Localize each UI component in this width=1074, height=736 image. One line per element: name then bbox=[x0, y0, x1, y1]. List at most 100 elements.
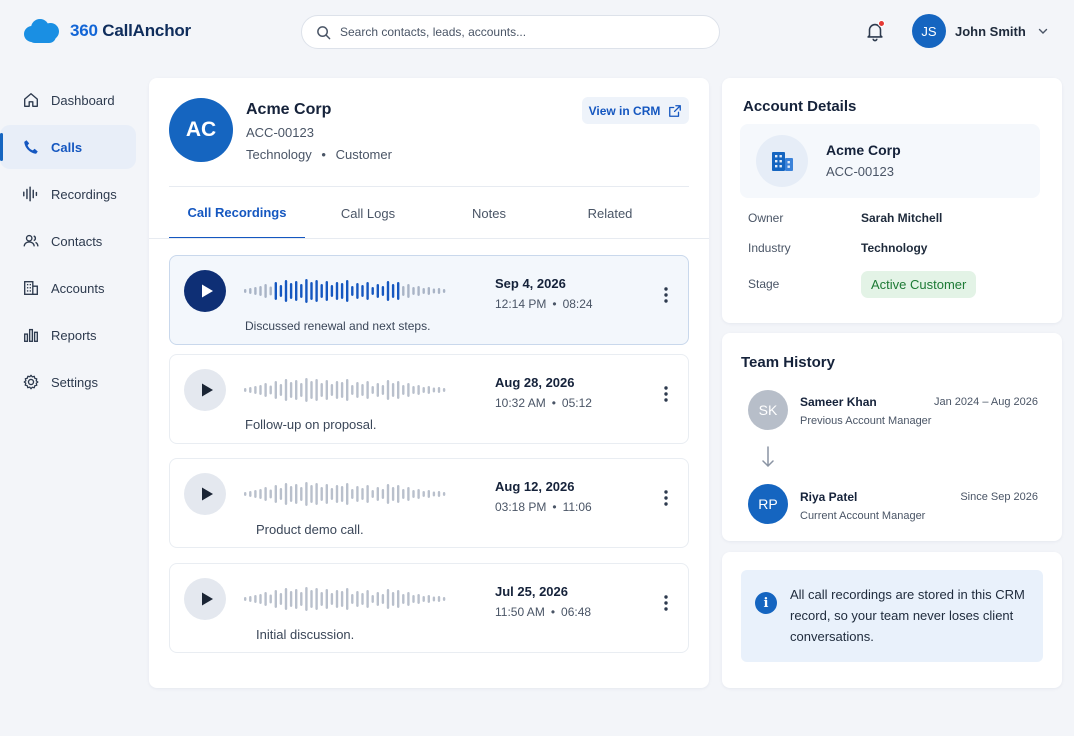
recording-duration: 08:24 bbox=[562, 297, 593, 311]
info-callout: i All call recordings are stored in this… bbox=[741, 570, 1043, 662]
play-icon bbox=[201, 383, 213, 397]
more-options-button[interactable] bbox=[654, 486, 678, 510]
user-menu[interactable]: JS John Smith bbox=[912, 14, 1048, 48]
play-icon bbox=[201, 592, 213, 606]
sidebar-item-recordings[interactable]: Recordings bbox=[0, 172, 136, 216]
recording-item[interactable]: Aug 28, 2026 10:32 AM • 05:12 Follow-up on… bbox=[169, 354, 689, 444]
sidebar-item-label: Contacts bbox=[51, 233, 103, 249]
sidebar-item-label: Recordings bbox=[51, 186, 117, 202]
more-options-button[interactable] bbox=[654, 382, 678, 406]
phone-icon bbox=[24, 140, 38, 154]
recording-date: Aug 12, 2026 bbox=[495, 479, 575, 494]
meta-separator: • bbox=[321, 147, 326, 162]
user-name: John Smith bbox=[955, 23, 1026, 39]
team-member-role: Current Account Manager bbox=[800, 510, 926, 522]
play-button[interactable] bbox=[184, 369, 226, 411]
team-history-panel: Team History SK Sameer Khan Previous Acc… bbox=[722, 333, 1062, 541]
team-member-role: Previous Account Manager bbox=[800, 415, 932, 427]
external-link-icon bbox=[669, 104, 682, 117]
search-input[interactable] bbox=[340, 25, 700, 39]
recording-duration: 11:06 bbox=[562, 500, 592, 514]
stage-badge: Active Customer bbox=[861, 271, 977, 298]
recording-time: 03:18 PM • 11:06 bbox=[495, 500, 592, 514]
tab-related[interactable]: Related bbox=[547, 187, 673, 239]
sidebar-item-calls[interactable]: Calls bbox=[0, 125, 136, 169]
sidebar: Dashboard Calls Recordings Contacts Acco… bbox=[0, 78, 140, 407]
account-summary: Acme Corp ACC-00123 bbox=[740, 124, 1040, 198]
tab-call-recordings[interactable]: Call Recordings bbox=[169, 187, 305, 239]
top-header: 360 CallAnchor JS John Smith bbox=[0, 0, 1074, 64]
team-member-period: Since Sep 2026 bbox=[960, 491, 1038, 503]
team-member-name: Sameer Khan bbox=[800, 395, 877, 409]
recording-item[interactable]: Aug 12, 2026 03:18 PM • 11:06 Product demo… bbox=[169, 458, 689, 548]
notifications-button[interactable] bbox=[864, 20, 886, 42]
sidebar-item-settings[interactable]: Settings bbox=[0, 360, 136, 404]
play-button[interactable] bbox=[184, 270, 226, 312]
recording-date: Jul 25, 2026 bbox=[495, 584, 568, 599]
recording-date: Sep 4, 2026 bbox=[495, 276, 566, 291]
sidebar-item-label: Settings bbox=[51, 374, 98, 390]
owner-value: Sarah Mitchell bbox=[861, 211, 943, 225]
play-button[interactable] bbox=[184, 473, 226, 515]
industry-value: Technology bbox=[861, 241, 928, 255]
account-name: Acme Corp bbox=[246, 101, 332, 118]
owner-label: Owner bbox=[748, 211, 784, 225]
recording-description: Initial discussion. bbox=[256, 627, 355, 642]
recording-duration: 05:12 bbox=[561, 396, 592, 410]
sidebar-item-reports[interactable]: Reports bbox=[0, 313, 136, 357]
account-type: Customer bbox=[335, 147, 392, 162]
waveform-icon bbox=[244, 279, 446, 303]
bar-chart-icon bbox=[24, 328, 38, 342]
view-in-crm-button[interactable]: View in CRM bbox=[582, 97, 689, 124]
more-vertical-icon bbox=[664, 490, 668, 506]
account-detail-id: ACC-00123 bbox=[826, 164, 894, 179]
recording-duration: 06:48 bbox=[561, 605, 592, 619]
view-in-crm-label: View in CRM bbox=[588, 103, 661, 118]
industry-label: Industry bbox=[748, 241, 791, 255]
team-member-period: Jan 2024 – Aug 2026 bbox=[934, 396, 1038, 408]
account-detail-name: Acme Corp bbox=[826, 142, 901, 158]
search-bar[interactable] bbox=[301, 15, 720, 49]
tab-notes[interactable]: Notes bbox=[431, 187, 547, 239]
avatar: RP bbox=[748, 484, 788, 524]
waveform-icon bbox=[244, 482, 446, 506]
cloud-logo-icon bbox=[22, 17, 62, 45]
sidebar-item-label: Reports bbox=[51, 327, 97, 343]
account-id: ACC-00123 bbox=[246, 125, 314, 140]
recording-description: Discussed renewal and next steps. bbox=[245, 319, 431, 333]
recording-description: Product demo call. bbox=[256, 522, 364, 537]
recording-date: Aug 28, 2026 bbox=[495, 375, 575, 390]
play-icon bbox=[201, 487, 213, 501]
team-member-name: Riya Patel bbox=[800, 490, 858, 504]
search-icon bbox=[317, 25, 331, 39]
info-icon: i bbox=[755, 592, 777, 614]
waveform-icon bbox=[244, 587, 446, 611]
recording-item[interactable]: Sep 4, 2026 12:14 PM • 08:24 Discussed ren… bbox=[169, 255, 689, 345]
sidebar-item-contacts[interactable]: Contacts bbox=[0, 219, 136, 263]
sidebar-item-label: Calls bbox=[51, 139, 83, 155]
recording-time: 12:14 PM • 08:24 bbox=[495, 297, 593, 311]
tabs-divider bbox=[149, 238, 709, 239]
more-options-button[interactable] bbox=[654, 283, 678, 307]
recording-item[interactable]: Jul 25, 2026 11:50 AM • 06:48 Initial disc… bbox=[169, 563, 689, 653]
more-vertical-icon bbox=[664, 595, 668, 611]
stage-label: Stage bbox=[748, 277, 780, 291]
more-options-button[interactable] bbox=[654, 591, 678, 615]
play-button[interactable] bbox=[184, 578, 226, 620]
recording-time: 11:50 AM • 06:48 bbox=[495, 605, 592, 619]
building-icon bbox=[24, 281, 38, 295]
building-icon bbox=[756, 135, 808, 187]
sidebar-item-accounts[interactable]: Accounts bbox=[0, 266, 136, 310]
contacts-icon bbox=[23, 234, 39, 247]
waveform-icon bbox=[23, 186, 38, 202]
account-main-card: AC Acme Corp ACC-00123 Technology • Cust… bbox=[149, 78, 709, 688]
chevron-down-icon bbox=[1038, 28, 1047, 34]
more-vertical-icon bbox=[664, 287, 668, 303]
app-logo[interactable]: 360 CallAnchor bbox=[22, 17, 191, 45]
panel-title: Account Details bbox=[743, 98, 857, 115]
account-avatar: AC bbox=[169, 98, 233, 162]
app-name: 360 CallAnchor bbox=[70, 21, 191, 40]
tab-call-logs[interactable]: Call Logs bbox=[305, 187, 431, 239]
account-industry: Technology bbox=[246, 147, 312, 162]
sidebar-item-dashboard[interactable]: Dashboard bbox=[0, 78, 136, 122]
